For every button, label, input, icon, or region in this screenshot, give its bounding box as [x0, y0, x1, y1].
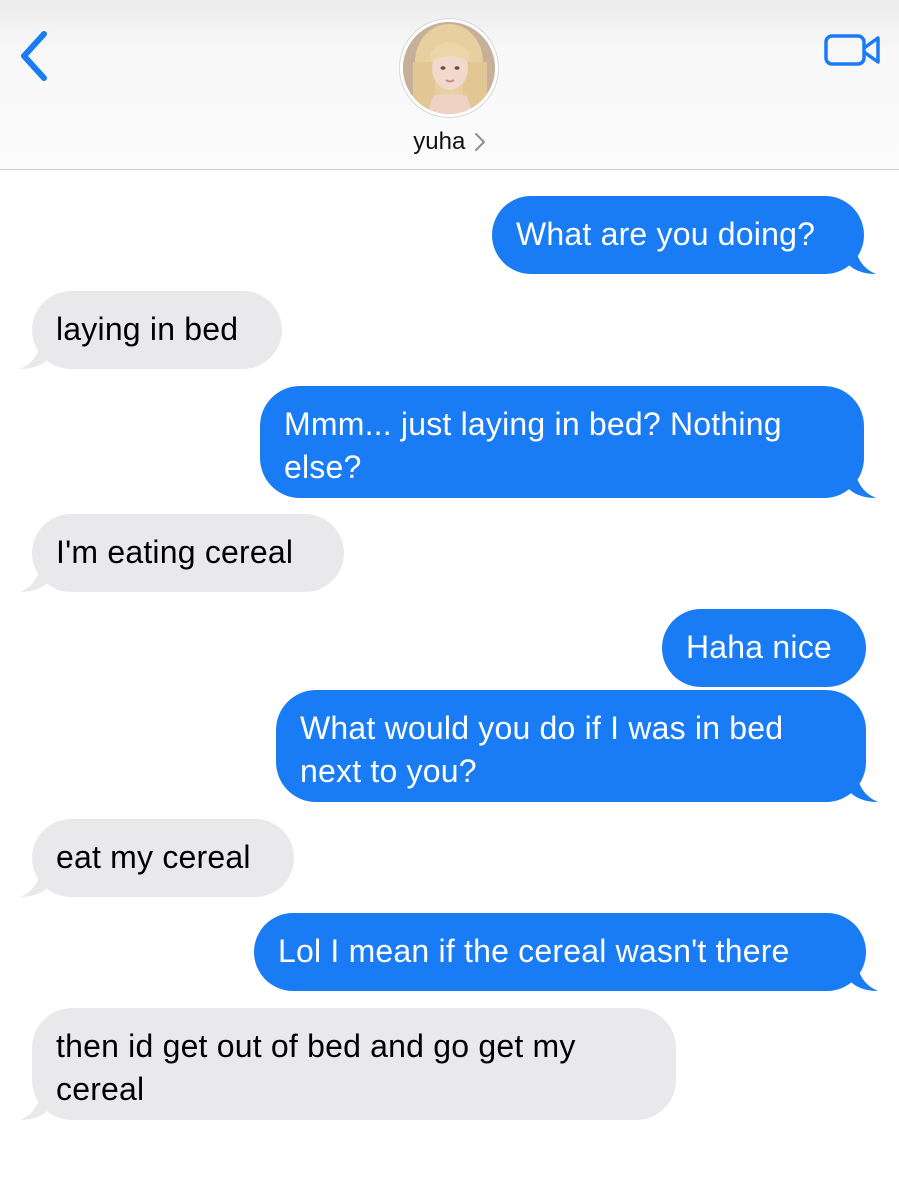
contact-name-button[interactable]: yuha	[0, 128, 899, 162]
message-bubble-sent[interactable]: Lol I mean if the cereal wasn't there	[254, 913, 878, 991]
message-bubble-sent[interactable]: Haha nice	[662, 609, 866, 687]
conversation-header: yuha	[0, 0, 899, 170]
message-bubble-received[interactable]: laying in bed	[20, 291, 282, 369]
message-text: Lol I mean if the cereal wasn't there	[278, 933, 790, 969]
chevron-right-icon	[474, 133, 485, 151]
message-bubble-received[interactable]: then id get out of bed and go get my cer…	[20, 1008, 676, 1120]
bubble-tail	[20, 1086, 50, 1120]
avatar-photo	[403, 22, 495, 114]
bubble-tail	[848, 768, 878, 802]
message-bubble-sent[interactable]: What are you doing?	[492, 196, 876, 274]
message-text: then id get out of bed and go get my cer…	[56, 1028, 576, 1107]
bubble-tail	[846, 240, 876, 274]
bubble-tail	[20, 335, 50, 369]
message-text: I'm eating cereal	[56, 534, 294, 570]
message-text: Mmm... just laying in bed? Nothing else?	[284, 406, 782, 485]
message-text: eat my cereal	[56, 839, 251, 875]
avatar[interactable]	[400, 19, 498, 117]
contact-name: yuha	[413, 128, 466, 155]
message-text: What would you do if I was in bed next t…	[300, 710, 784, 789]
message-text: What are you doing?	[516, 216, 816, 252]
message-bubble-received[interactable]: I'm eating cereal	[20, 514, 344, 592]
bubble-tail	[20, 863, 50, 897]
message-bubble-sent[interactable]: What would you do if I was in bed next t…	[276, 690, 878, 802]
bubble-tail	[846, 464, 876, 498]
video-camera-icon[interactable]	[818, 28, 884, 72]
bubble-tail	[848, 957, 878, 991]
message-bubble-sent[interactable]: Mmm... just laying in bed? Nothing else?	[260, 386, 876, 498]
chevron-left-icon[interactable]	[12, 26, 60, 86]
bubble-tail	[20, 558, 50, 592]
message-text: Haha nice	[686, 629, 832, 665]
message-text: laying in bed	[56, 311, 239, 347]
message-bubble-received[interactable]: eat my cereal	[20, 819, 294, 897]
